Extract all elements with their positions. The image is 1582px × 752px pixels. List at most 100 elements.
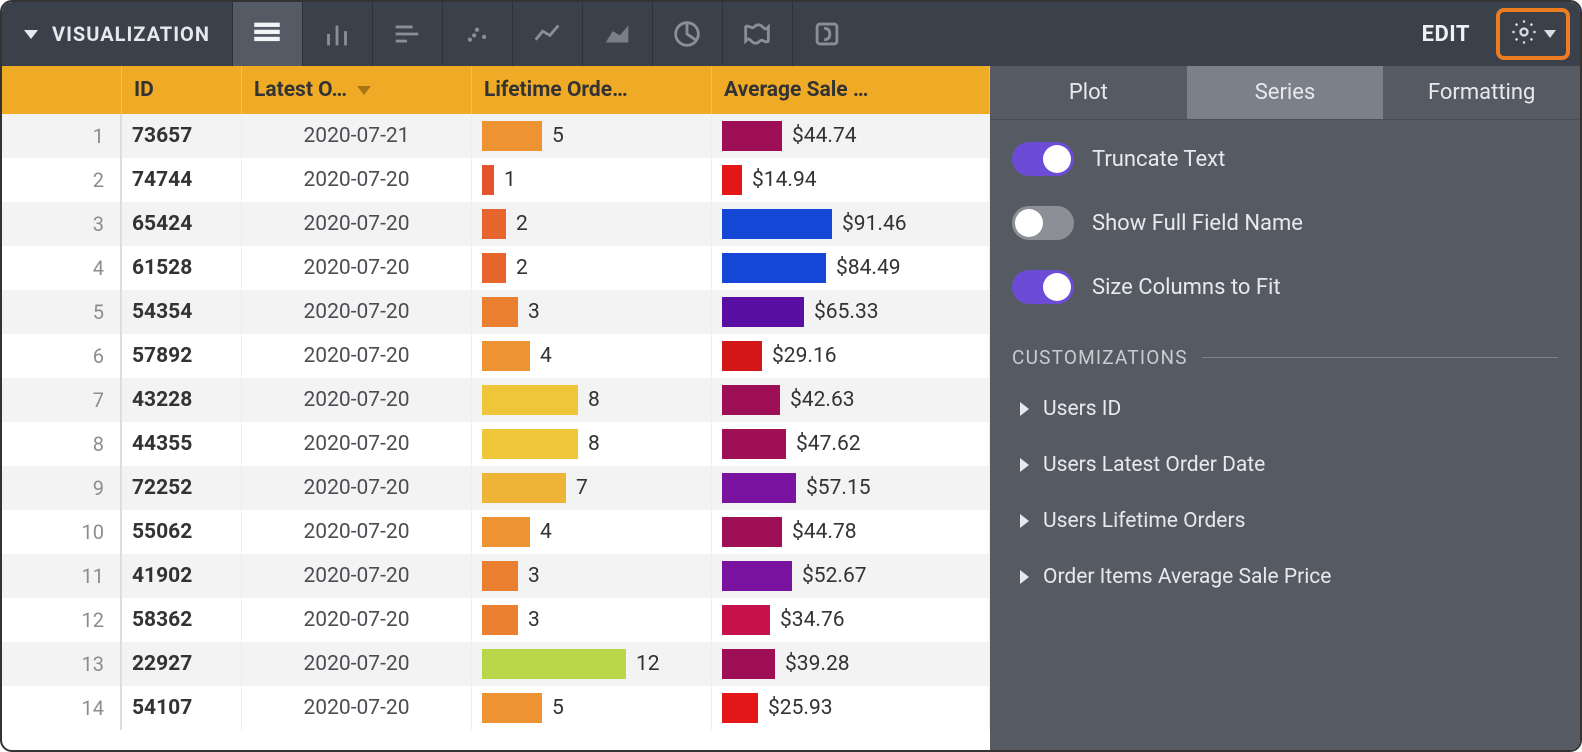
cell-date: 2020-07-20 [242, 510, 472, 554]
caret-down-icon [24, 30, 38, 39]
toggle-switch[interactable] [1012, 270, 1074, 304]
header-average-sale[interactable]: Average Sale … [712, 66, 990, 114]
header-id[interactable]: ID [122, 66, 242, 114]
chevron-right-icon [1020, 402, 1029, 416]
cell-id: 43228 [122, 378, 242, 422]
table-row[interactable]: 3654242020-07-202$91.46 [2, 202, 990, 246]
avg-bar [722, 385, 780, 415]
header-lifetime-orders[interactable]: Lifetime Orde… [472, 66, 712, 114]
customization-label: Users Lifetime Orders [1043, 509, 1245, 533]
customization-item[interactable]: Users Latest Order Date [990, 437, 1580, 493]
orders-value: 8 [588, 432, 600, 456]
vis-type-column[interactable] [302, 2, 372, 66]
avg-value: $65.33 [814, 300, 879, 324]
orders-value: 1 [504, 168, 516, 192]
vis-type-bar[interactable] [372, 2, 442, 66]
toggle-switch[interactable] [1012, 206, 1074, 240]
table-row[interactable]: 10550622020-07-204$44.78 [2, 510, 990, 554]
settings-button[interactable] [1496, 8, 1570, 60]
orders-bar [482, 473, 566, 503]
orders-value: 4 [540, 344, 552, 368]
avg-bar [722, 561, 792, 591]
row-number: 13 [2, 642, 122, 686]
content: ID Latest O… Lifetime Orde… Average Sale… [2, 66, 1580, 750]
table-row[interactable]: 9722522020-07-207$57.15 [2, 466, 990, 510]
table-row[interactable]: 1736572020-07-215$44.74 [2, 114, 990, 158]
table-row[interactable]: 5543542020-07-203$65.33 [2, 290, 990, 334]
cell-date: 2020-07-21 [242, 114, 472, 158]
vis-type-table[interactable] [232, 2, 302, 66]
vis-type-pie[interactable] [652, 2, 722, 66]
row-number: 1 [2, 114, 122, 158]
row-number: 9 [2, 466, 122, 510]
tab-series[interactable]: Series [1187, 66, 1384, 119]
toggle-switch[interactable] [1012, 142, 1074, 176]
avg-bar [722, 341, 762, 371]
avg-value: $39.28 [785, 652, 850, 676]
vis-type-map[interactable] [722, 2, 792, 66]
cell-orders: 8 [472, 422, 712, 466]
cell-date: 2020-07-20 [242, 554, 472, 598]
orders-bar [482, 429, 578, 459]
row-number: 5 [2, 290, 122, 334]
avg-bar [722, 517, 782, 547]
cell-orders: 4 [472, 510, 712, 554]
table-row[interactable]: 12583622020-07-203$34.76 [2, 598, 990, 642]
visualization-toggle[interactable]: VISUALIZATION [2, 2, 232, 66]
row-number: 12 [2, 598, 122, 642]
table-row[interactable]: 14541072020-07-205$25.93 [2, 686, 990, 730]
table-row[interactable]: 4615282020-07-202$84.49 [2, 246, 990, 290]
table-row[interactable]: 8443552020-07-208$47.62 [2, 422, 990, 466]
cell-date: 2020-07-20 [242, 158, 472, 202]
header-latest-order[interactable]: Latest O… [242, 66, 472, 114]
side-tabs: PlotSeriesFormatting [990, 66, 1580, 120]
toggle-label: Show Full Field Name [1092, 211, 1303, 236]
gear-icon [1510, 18, 1538, 50]
cell-id: 41902 [122, 554, 242, 598]
table-row[interactable]: 2747442020-07-201$14.94 [2, 158, 990, 202]
cell-id: 65424 [122, 202, 242, 246]
cell-date: 2020-07-20 [242, 202, 472, 246]
customization-item[interactable]: Order Items Average Sale Price [990, 549, 1580, 605]
cell-avg: $29.16 [712, 334, 990, 378]
avg-value: $14.94 [752, 168, 817, 192]
cell-avg: $44.74 [712, 114, 990, 158]
cell-date: 2020-07-20 [242, 246, 472, 290]
orders-bar [482, 121, 542, 151]
vis-type-area[interactable] [582, 2, 652, 66]
table-scroll[interactable]: ID Latest O… Lifetime Orde… Average Sale… [2, 66, 990, 750]
table-pane: ID Latest O… Lifetime Orde… Average Sale… [2, 66, 990, 750]
chevron-down-icon [1544, 30, 1556, 38]
avg-value: $42.63 [790, 388, 855, 412]
orders-bar [482, 693, 542, 723]
customization-item[interactable]: Users Lifetime Orders [990, 493, 1580, 549]
tab-plot[interactable]: Plot [990, 66, 1187, 119]
customization-item[interactable]: Users ID [990, 381, 1580, 437]
avg-bar [722, 297, 804, 327]
table-row[interactable]: 11419022020-07-203$52.67 [2, 554, 990, 598]
vis-type-line[interactable] [512, 2, 582, 66]
tab-formatting[interactable]: Formatting [1383, 66, 1580, 119]
table-body: 1736572020-07-215$44.742747442020-07-201… [2, 114, 990, 730]
avg-value: $47.62 [796, 432, 861, 456]
row-number: 11 [2, 554, 122, 598]
vis-type-single[interactable] [792, 2, 862, 66]
edit-label: EDIT [1396, 22, 1496, 47]
cell-avg: $47.62 [712, 422, 990, 466]
table-row[interactable]: 6578922020-07-204$29.16 [2, 334, 990, 378]
cell-avg: $42.63 [712, 378, 990, 422]
vis-type-scatter[interactable] [442, 2, 512, 66]
cell-orders: 5 [472, 686, 712, 730]
avg-value: $52.67 [802, 564, 867, 588]
header-rownum[interactable] [2, 66, 122, 114]
cell-date: 2020-07-20 [242, 686, 472, 730]
cell-id: 44355 [122, 422, 242, 466]
header-latest-order-label: Latest O… [254, 78, 347, 102]
table-row[interactable]: 7432282020-07-208$42.63 [2, 378, 990, 422]
table-row[interactable]: 13229272020-07-2012$39.28 [2, 642, 990, 686]
toggle-list: Truncate TextShow Full Field NameSize Co… [990, 120, 1580, 312]
cell-id: 73657 [122, 114, 242, 158]
cell-orders: 8 [472, 378, 712, 422]
customizations-label: CUSTOMIZATIONS [1012, 346, 1188, 369]
avg-bar [722, 429, 786, 459]
